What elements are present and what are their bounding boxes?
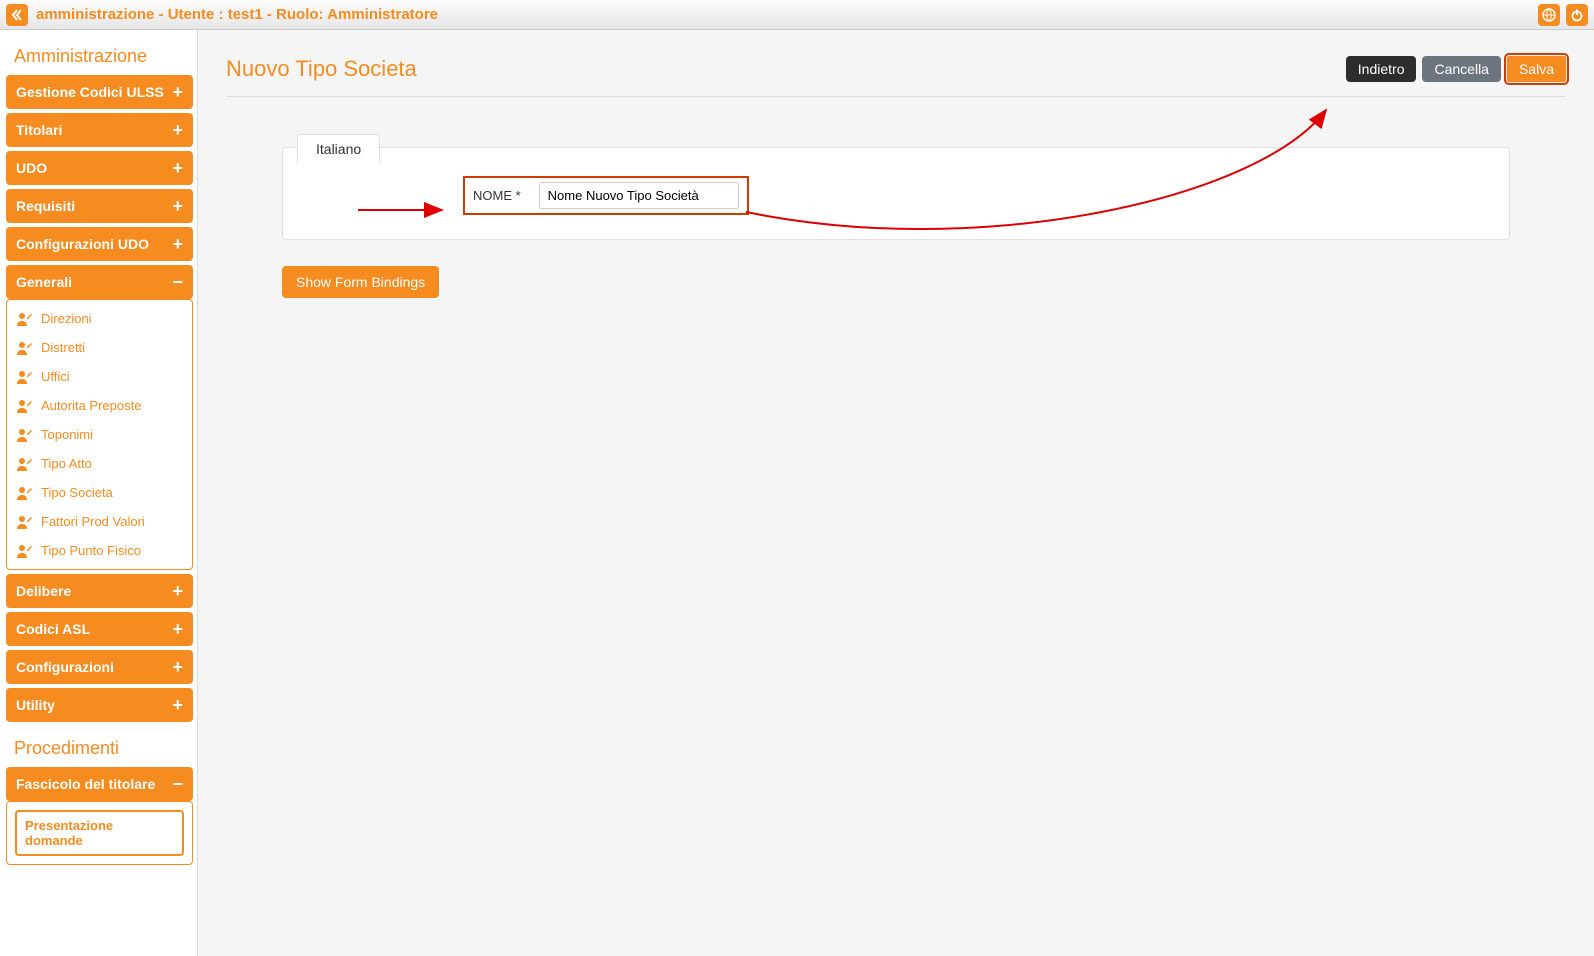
menu-titolari[interactable]: Titolari + [6, 113, 193, 147]
main-content: Nuovo Tipo Societa Indietro Cancella Sal… [198, 30, 1594, 956]
power-icon[interactable] [1566, 4, 1588, 26]
submenu-generali: Direzioni Distretti Uffici Autorita Prep… [6, 299, 193, 570]
submenu-item-uffici[interactable]: Uffici [7, 362, 192, 391]
menu-utility[interactable]: Utility + [6, 688, 193, 722]
user-edit-icon [17, 370, 33, 384]
menu-codici-asl[interactable]: Codici ASL + [6, 612, 193, 646]
submenu-item-tipo-societa[interactable]: Tipo Societa [7, 478, 192, 507]
submenu-item-fattori-prod-valori[interactable]: Fattori Prod Valori [7, 507, 192, 536]
topbar: amministrazione - Utente : test1 - Ruolo… [0, 0, 1594, 30]
submenu-item-toponimi[interactable]: Toponimi [7, 420, 192, 449]
sidebar: Amministrazione Gestione Codici ULSS + T… [0, 30, 198, 956]
submenu-item-tipo-atto[interactable]: Tipo Atto [7, 449, 192, 478]
section-title-amministrazione: Amministrazione [6, 34, 193, 75]
submenu-item-tipo-punto-fisico[interactable]: Tipo Punto Fisico [7, 536, 192, 565]
submenu-fascicolo: Presentazione domande [6, 801, 193, 865]
plus-icon: + [172, 197, 183, 215]
save-button[interactable]: Salva [1507, 56, 1566, 82]
cancel-button[interactable]: Cancella [1422, 56, 1500, 82]
plus-icon: + [172, 121, 183, 139]
plus-icon: + [172, 83, 183, 101]
menu-configurazioni[interactable]: Configurazioni + [6, 650, 193, 684]
submenu-item-direzioni[interactable]: Direzioni [7, 304, 192, 333]
nome-input[interactable] [539, 182, 739, 209]
menu-requisiti[interactable]: Requisiti + [6, 189, 193, 223]
menu-fascicolo-titolare[interactable]: Fascicolo del titolare − [6, 767, 193, 801]
minus-icon: − [172, 775, 183, 793]
submenu-item-distretti[interactable]: Distretti [7, 333, 192, 362]
menu-generali[interactable]: Generali − [6, 265, 193, 299]
user-edit-icon [17, 428, 33, 442]
page-header: Nuovo Tipo Societa Indietro Cancella Sal… [226, 42, 1566, 97]
user-edit-icon [17, 399, 33, 413]
plus-icon: + [172, 658, 183, 676]
show-form-bindings-button[interactable]: Show Form Bindings [282, 266, 439, 298]
minus-icon: − [172, 273, 183, 291]
submenu-item-autorita-preposte[interactable]: Autorita Preposte [7, 391, 192, 420]
breadcrumb: amministrazione - Utente : test1 - Ruolo… [36, 6, 438, 23]
user-edit-icon [17, 486, 33, 500]
plus-icon: + [172, 696, 183, 714]
menu-configurazioni-udo[interactable]: Configurazioni UDO + [6, 227, 193, 261]
user-edit-icon [17, 457, 33, 471]
menu-gestione-codici-ulss[interactable]: Gestione Codici ULSS + [6, 75, 193, 109]
user-edit-icon [17, 544, 33, 558]
user-edit-icon [17, 341, 33, 355]
globe-icon[interactable] [1538, 4, 1560, 26]
menu-delibere[interactable]: Delibere + [6, 574, 193, 608]
page-title: Nuovo Tipo Societa [226, 56, 417, 82]
field-highlight: NOME * [463, 176, 749, 215]
submenu-presentazione-domande[interactable]: Presentazione domande [15, 810, 184, 856]
collapse-sidebar-button[interactable] [6, 4, 28, 26]
back-button[interactable]: Indietro [1346, 56, 1417, 82]
user-edit-icon [17, 515, 33, 529]
plus-icon: + [172, 235, 183, 253]
plus-icon: + [172, 582, 183, 600]
user-edit-icon [17, 312, 33, 326]
plus-icon: + [172, 159, 183, 177]
plus-icon: + [172, 620, 183, 638]
field-label-nome: NOME * [473, 188, 521, 203]
menu-udo[interactable]: UDO + [6, 151, 193, 185]
section-title-procedimenti: Procedimenti [6, 726, 193, 767]
form-card: Italiano NOME * [282, 147, 1510, 240]
